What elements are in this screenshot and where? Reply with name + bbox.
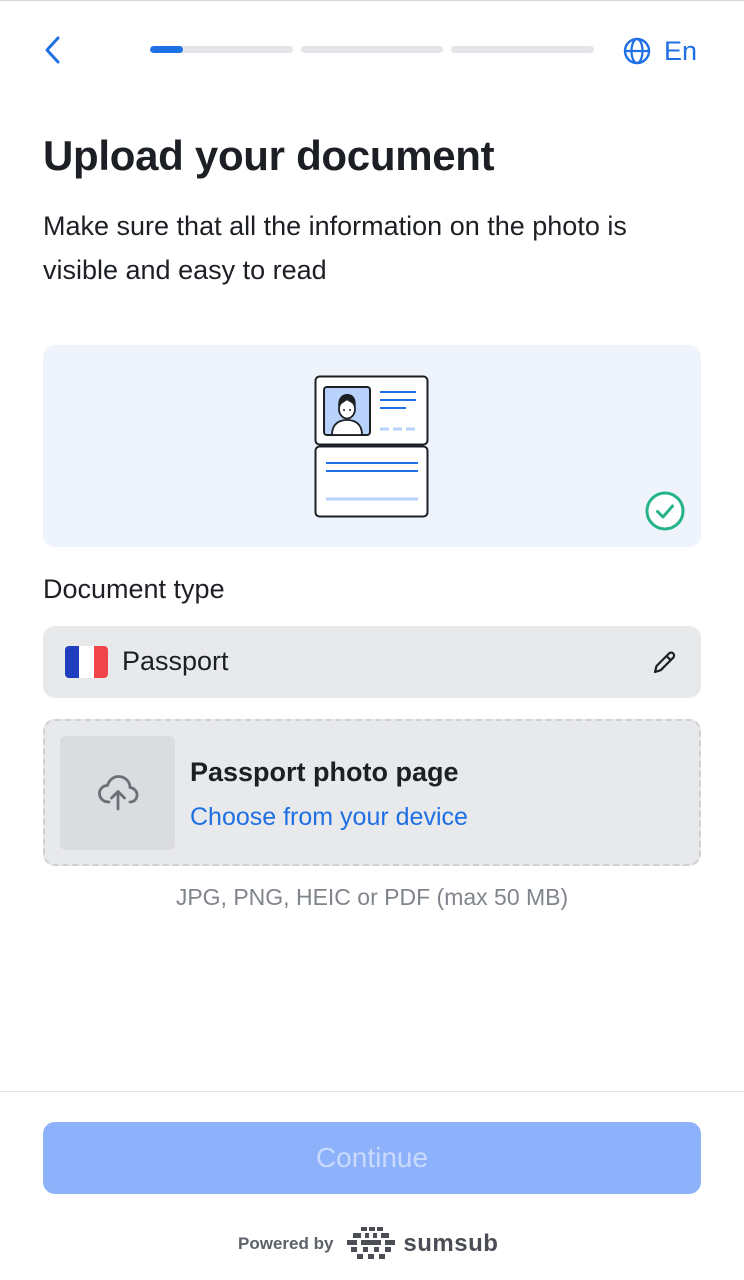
page-title: Upload your document (43, 132, 495, 179)
flag-stripe (65, 646, 80, 678)
header: En (0, 0, 744, 100)
flag-stripe (79, 646, 94, 678)
page-subtitle: Make sure that all the information on th… (43, 211, 627, 285)
language-label: En (664, 35, 698, 66)
id-document-illustration (314, 375, 429, 518)
progress-bar (150, 46, 595, 54)
continue-button[interactable]: Continue (43, 1122, 701, 1194)
powered-by-label: Powered by (238, 1234, 334, 1253)
check-circle-icon (645, 491, 685, 531)
upload-title: Passport photo page (190, 757, 459, 787)
upload-thumbnail (60, 736, 175, 850)
globe-icon (623, 37, 651, 65)
sumsub-logo: sumsub (347, 1227, 498, 1261)
brand-name: sumsub (403, 1230, 499, 1257)
france-flag-icon (65, 646, 108, 678)
document-illustration-card (43, 345, 701, 547)
choose-from-device-link[interactable]: Choose from your device (190, 803, 468, 832)
document-type-value: Passport (122, 646, 229, 676)
progress-step-1 (150, 46, 293, 53)
back-button[interactable] (36, 32, 68, 68)
passport-upload-dropzone[interactable]: Passport photo page Choose from your dev… (43, 719, 701, 866)
accepted-formats-note: JPG, PNG, HEIC or PDF (max 50 MB) (175, 884, 569, 910)
chevron-left-icon (45, 36, 60, 64)
pencil-icon[interactable] (649, 648, 679, 678)
document-type-label: Document type (43, 574, 225, 604)
cloud-upload-icon (97, 775, 138, 811)
progress-step-2 (300, 46, 444, 53)
footer-divider (0, 1091, 744, 1092)
progress-fill (150, 46, 183, 53)
sumsub-logo-icon (347, 1227, 396, 1259)
document-type-select[interactable]: Passport (43, 626, 701, 698)
language-button[interactable]: En (622, 32, 697, 70)
continue-label: Continue (315, 1142, 429, 1173)
powered-by: Powered by sumsub (238, 1224, 498, 1264)
flag-stripe (93, 646, 108, 678)
progress-step-3 (451, 46, 595, 53)
